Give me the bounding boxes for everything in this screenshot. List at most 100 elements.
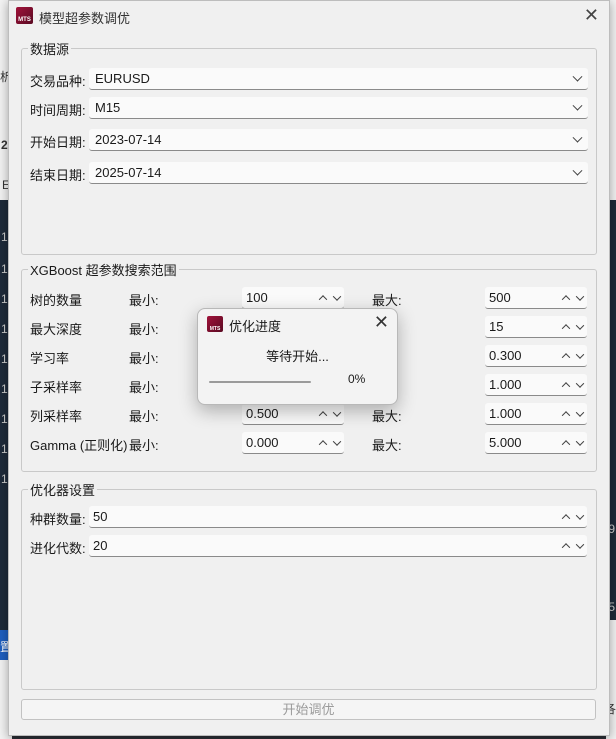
population-spinbox[interactable]: 50 [89,506,587,528]
chevron-up-icon[interactable] [561,374,571,396]
chevron-down-icon[interactable] [575,345,585,367]
min-label: 最小: [129,438,159,453]
generations-label: 进化代数: [30,541,86,556]
learning-rate-max-spinbox[interactable]: 0.300 [485,345,587,367]
background-text: 1 [1,230,8,244]
spin-value: 15 [489,319,504,334]
subsample-max-spinbox[interactable]: 1.000 [485,374,587,396]
window-title: 模型超参数调优 [39,11,131,26]
chevron-up-icon[interactable] [318,403,328,425]
max-depth-label: 最大深度 [30,322,83,337]
spin-value: 0.000 [246,435,279,450]
colsample-label: 列采样率 [30,409,83,424]
timeframe-label: 时间周期: [30,103,86,118]
chevron-up-icon[interactable] [318,287,328,309]
chevron-down-icon[interactable] [575,316,585,338]
chevron-down-icon[interactable] [575,374,585,396]
start-date-value: 2023-07-14 [95,132,162,147]
title-bar[interactable]: MTS 模型超参数调优 ✕ [9,1,609,31]
background-text: 1 [1,382,8,396]
spin-value: 1.000 [489,406,522,421]
chevron-down-icon[interactable] [575,432,585,454]
colsample-min-spinbox[interactable]: 0.500 [242,403,344,425]
end-date-value: 2025-07-14 [95,165,162,180]
chevron-down-icon[interactable] [332,432,342,454]
gamma-label: Gamma (正则化) [30,438,128,453]
data-source-legend: 数据源 [30,42,70,57]
xgboost-legend: XGBoost 超参数搜索范围 [30,263,177,278]
chevron-up-icon[interactable] [318,432,328,454]
background-text: 2 [1,138,8,152]
progress-status: 等待开始... [266,349,329,364]
population-label: 种群数量: [30,512,86,527]
timeframe-value: M15 [95,100,121,115]
end-date-picker[interactable]: 2025-07-14 [89,162,588,184]
spin-value: 500 [489,290,511,305]
n-estimators-max-spinbox[interactable]: 500 [485,287,587,309]
background-text: 1 [1,322,8,336]
gamma-max-spinbox[interactable]: 5.000 [485,432,587,454]
chevron-down-icon[interactable] [332,287,342,309]
generations-spinbox[interactable]: 20 [89,535,587,557]
chevron-up-icon[interactable] [561,316,571,338]
n-estimators-label: 树的数量 [30,293,83,308]
timeframe-select[interactable]: M15 [89,97,588,119]
chevron-up-icon[interactable] [561,506,571,528]
background-text: 1 [1,352,8,366]
background-text: 1 [1,412,8,426]
symbol-label: 交易品种: [30,74,86,89]
gamma-min-spinbox[interactable]: 0.000 [242,432,344,454]
progress-title: 优化进度 [229,319,282,334]
max-depth-max-spinbox[interactable]: 15 [485,316,587,338]
spin-value: 1.000 [489,377,522,392]
close-icon[interactable]: ✕ [584,5,599,26]
min-label: 最小: [129,380,159,395]
chevron-up-icon[interactable] [561,345,571,367]
spin-value: 100 [246,290,268,305]
max-label: 最大: [372,409,402,424]
chevron-up-icon[interactable] [561,403,571,425]
chevron-up-icon[interactable] [561,432,571,454]
spin-value: 0.500 [246,406,279,421]
spin-value: 0.300 [489,348,522,363]
progress-bar [209,381,311,383]
min-label: 最小: [129,293,159,308]
spin-value: 20 [93,538,108,553]
progress-dialog: MTS 优化进度 ✕ 等待开始... 0% [197,308,398,405]
chevron-down-icon[interactable] [575,403,585,425]
start-tuning-button[interactable]: 开始调优 [21,699,596,720]
chevron-down-icon [570,129,584,151]
symbol-select[interactable]: EURUSD [89,68,588,90]
chevron-up-icon[interactable] [561,287,571,309]
background-text: 1 [1,472,8,486]
min-label: 最小: [129,351,159,366]
max-label: 最大: [372,293,402,308]
colsample-max-spinbox[interactable]: 1.000 [485,403,587,425]
learning-rate-label: 学习率 [30,351,70,366]
background-text: 1 [1,262,8,276]
n-estimators-min-spinbox[interactable]: 100 [242,287,344,309]
start-date-picker[interactable]: 2023-07-14 [89,129,588,151]
chevron-down-icon[interactable] [575,535,585,557]
symbol-value: EURUSD [95,71,150,86]
subsample-label: 子采样率 [30,380,83,395]
spin-value: 50 [93,509,108,524]
chevron-down-icon[interactable] [332,403,342,425]
app-icon: MTS [16,7,33,24]
chevron-up-icon[interactable] [561,535,571,557]
chevron-down-icon [570,162,584,184]
background-text: 1 [1,292,8,306]
end-date-label: 结束日期: [30,168,86,183]
chevron-down-icon[interactable] [575,287,585,309]
close-icon[interactable]: ✕ [374,312,389,333]
chevron-down-icon[interactable] [575,506,585,528]
chevron-down-icon [570,68,584,90]
min-label: 最小: [129,409,159,424]
spin-value: 5.000 [489,435,522,450]
progress-percent: 0% [348,372,366,386]
background-text: 1 [1,442,8,456]
max-label: 最大: [372,438,402,453]
min-label: 最小: [129,322,159,337]
app-icon: MTS [207,316,223,332]
optimizer-legend: 优化器设置 [30,483,96,498]
